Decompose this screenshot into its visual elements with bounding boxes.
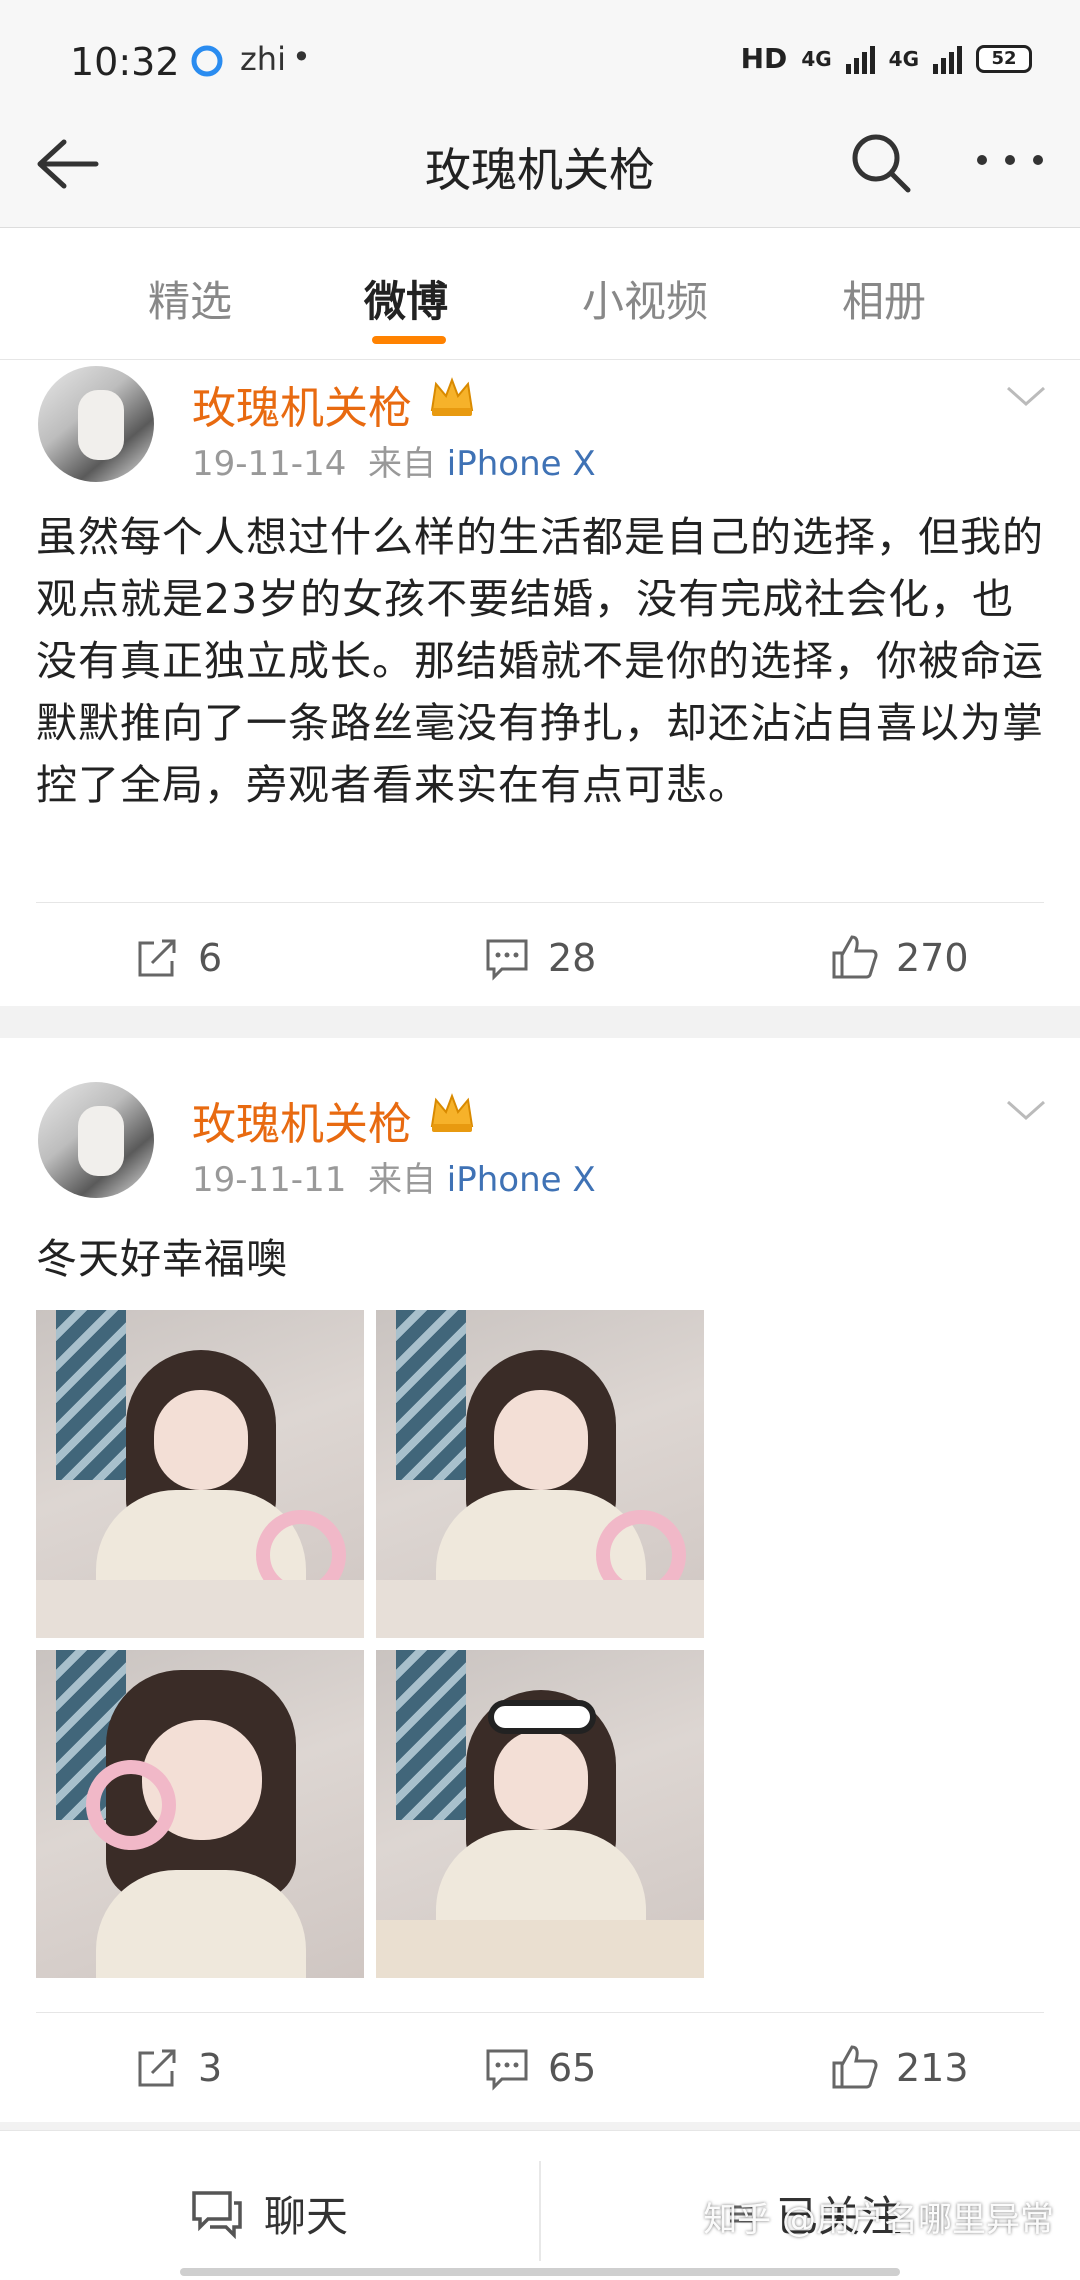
- status-right: HD 4G 4G 52: [741, 42, 1032, 75]
- chat-button[interactable]: 聊天: [190, 2183, 348, 2244]
- comment-button[interactable]: 28: [482, 933, 596, 983]
- post-username[interactable]: 玫瑰机关枪: [192, 372, 412, 436]
- thumbs-up-icon: [832, 2045, 878, 2089]
- post-meta: 19-11-14 来自 iPhone X: [192, 436, 596, 485]
- comment-icon: [486, 2049, 528, 2091]
- like-button[interactable]: 270: [830, 933, 969, 983]
- post-date: 19-11-11: [192, 1160, 347, 1200]
- page-title: 玫瑰机关枪: [425, 143, 655, 197]
- post-source[interactable]: iPhone X: [447, 1160, 596, 1200]
- search-icon[interactable]: [846, 128, 916, 198]
- vip-crown-icon: [428, 374, 476, 418]
- active-tab-indicator: [372, 336, 446, 344]
- post-date: 19-11-14: [192, 444, 347, 484]
- photo-4[interactable]: [376, 1650, 704, 1978]
- zhi-app-icon: zhi: [240, 40, 286, 78]
- tab-featured[interactable]: 精选: [148, 268, 232, 329]
- post-text: 冬天好幸福噢: [36, 1235, 288, 1283]
- avatar[interactable]: [38, 366, 154, 482]
- battery-icon: 52: [976, 44, 1032, 73]
- like-count: 270: [896, 936, 969, 980]
- repost-button[interactable]: 3: [132, 2043, 222, 2093]
- repost-count: 6: [198, 936, 223, 980]
- like-button[interactable]: 213: [830, 2043, 969, 2093]
- post-source[interactable]: iPhone X: [447, 444, 596, 484]
- notification-dot: •: [292, 38, 311, 76]
- chevron-down-icon[interactable]: [1004, 1096, 1048, 1126]
- repost-icon: [138, 2049, 176, 2087]
- post-actions: 3 65 213: [36, 2012, 1044, 2122]
- post-from-label: 来自: [367, 1160, 436, 1200]
- chat-icon: [192, 2190, 242, 2239]
- avatar[interactable]: [38, 1082, 154, 1198]
- signal-icon: [845, 44, 875, 74]
- comment-count: 28: [548, 936, 597, 980]
- tab-short-video[interactable]: 小视频: [582, 268, 708, 329]
- nav-bar: 玫瑰机关枪: [0, 100, 1080, 228]
- photo-2[interactable]: [376, 1310, 704, 1638]
- more-icon[interactable]: [970, 140, 1050, 180]
- post-card: 玫瑰机关枪 19-11-14 来自 iPhone X 虽然每个人想过什么样的生活…: [0, 360, 1080, 1006]
- repost-count: 3: [198, 2046, 223, 2090]
- tab-weibo[interactable]: 微博: [364, 268, 448, 329]
- photo-1[interactable]: [36, 1310, 364, 1638]
- divider: [539, 2161, 541, 2261]
- qq-browser-icon: [190, 44, 224, 86]
- photo-3[interactable]: [36, 1650, 364, 1978]
- post-username[interactable]: 玫瑰机关枪: [192, 1088, 412, 1152]
- signal-icon-2: [933, 44, 962, 74]
- comment-icon: [486, 939, 528, 981]
- network-4g-label-2: 4G: [888, 46, 919, 71]
- hd-indicator: HD: [740, 42, 788, 75]
- thumbs-up-icon: [832, 935, 878, 979]
- network-4g-label: 4G: [801, 46, 832, 71]
- profile-tabs: 精选 微博 小视频 相册: [0, 228, 1080, 360]
- watermark: 知乎 @用户名哪里异常: [703, 2200, 1054, 2240]
- tab-album[interactable]: 相册: [842, 268, 926, 329]
- post-actions: 6 28 270: [36, 902, 1044, 1012]
- chevron-down-icon[interactable]: [1004, 382, 1048, 412]
- comment-button[interactable]: 65: [482, 2043, 596, 2093]
- repost-button[interactable]: 6: [132, 933, 222, 983]
- repost-icon: [138, 939, 176, 977]
- comment-count: 65: [548, 2046, 597, 2090]
- chat-label: 聊天: [264, 2192, 349, 2241]
- post-text: 虽然每个人想过什么样的生活都是自己的选择，但我的观点就是23岁的女孩不要结婚，没…: [36, 513, 1044, 809]
- vip-crown-icon: [428, 1090, 476, 1134]
- like-count: 213: [896, 2046, 969, 2090]
- status-time: 10:32: [70, 40, 180, 84]
- home-indicator[interactable]: [180, 2268, 900, 2276]
- post-card: 玫瑰机关枪 19-11-11 来自 iPhone X 冬天好幸福噢 3 65 2…: [0, 1038, 1080, 2122]
- post-meta: 19-11-11 来自 iPhone X: [192, 1152, 596, 1201]
- post-from-label: 来自: [367, 444, 436, 484]
